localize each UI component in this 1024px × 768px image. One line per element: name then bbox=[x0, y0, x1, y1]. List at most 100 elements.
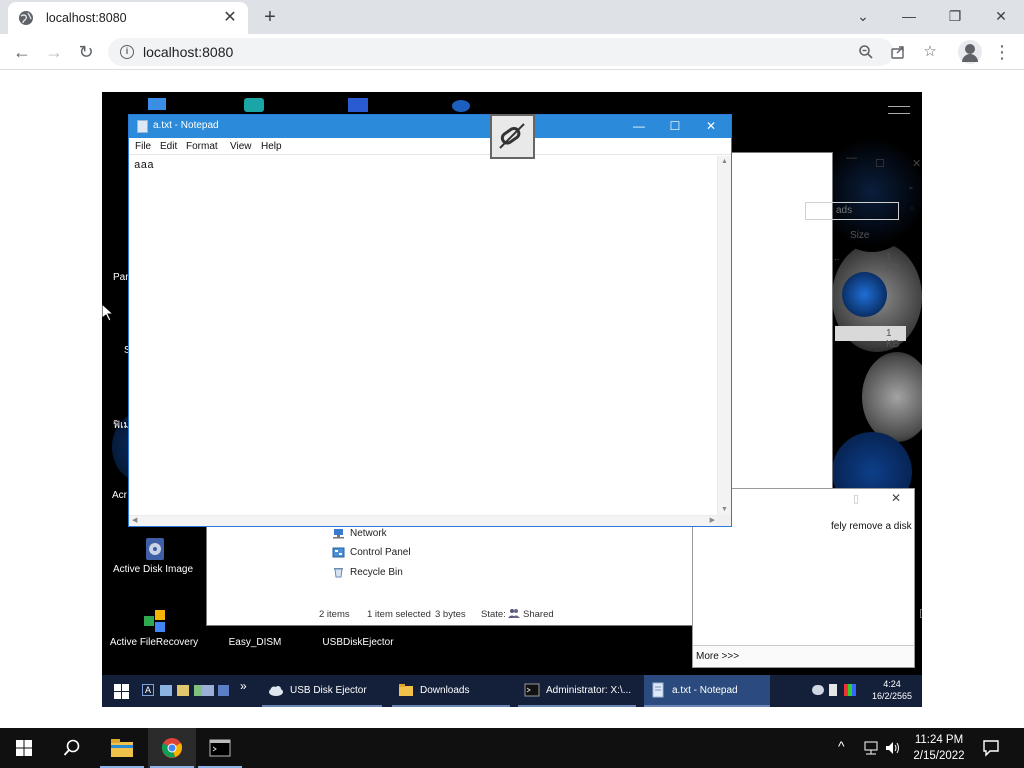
desktop-icon[interactable] bbox=[148, 98, 166, 110]
tray-usb-icon[interactable] bbox=[829, 684, 837, 696]
menu-file[interactable]: File bbox=[135, 141, 151, 152]
taskbar-item-usb-disk-ejector[interactable]: USB Disk Ejector bbox=[262, 675, 382, 707]
terminal-icon bbox=[524, 683, 540, 697]
desktop-icon[interactable] bbox=[452, 100, 470, 112]
explorer-close-icon[interactable]: ✕ bbox=[912, 157, 921, 170]
dialog-close-icon[interactable]: ✕ bbox=[891, 491, 901, 505]
quick-launch-icon[interactable] bbox=[160, 685, 172, 696]
dialog-maximize-icon[interactable]: ▯ bbox=[853, 492, 859, 505]
notepad-menu-bar: File Edit Format View Help bbox=[129, 138, 731, 155]
taskbar-terminal[interactable] bbox=[196, 728, 244, 768]
tray-color-icon[interactable] bbox=[844, 684, 856, 696]
taskbar-chrome[interactable] bbox=[148, 728, 196, 768]
profile-avatar-icon[interactable] bbox=[958, 40, 982, 64]
network-icon[interactable] bbox=[862, 740, 880, 756]
browser-tab[interactable]: localhost:8080 ✕ bbox=[8, 2, 248, 34]
desktop-icon-label: Active FileRecovery bbox=[109, 637, 199, 648]
control-panel-icon bbox=[332, 547, 345, 558]
cloud-icon bbox=[269, 686, 283, 696]
scroll-left-icon[interactable]: ◀ bbox=[132, 516, 137, 524]
start-button[interactable] bbox=[0, 728, 48, 768]
explorer-search-input[interactable]: ads bbox=[805, 202, 899, 220]
zoom-icon[interactable] bbox=[854, 40, 878, 64]
nav-item-control-panel[interactable]: Control Panel bbox=[332, 547, 411, 558]
explorer-minimize-icon[interactable]: — bbox=[846, 152, 857, 164]
tab-close-icon[interactable]: ✕ bbox=[222, 10, 238, 26]
taskbar-item-downloads[interactable]: Downloads bbox=[392, 675, 510, 707]
scroll-up-icon[interactable]: ▲ bbox=[721, 158, 728, 165]
tray-cloud-icon[interactable] bbox=[812, 685, 824, 695]
notepad-close-icon[interactable]: ✕ bbox=[697, 117, 725, 135]
desktop-icon[interactable] bbox=[244, 98, 264, 112]
host-time: 11:24 PM bbox=[914, 734, 964, 746]
scroll-right-icon[interactable]: ▶ bbox=[710, 516, 715, 524]
site-info-icon[interactable]: i bbox=[120, 45, 134, 59]
menu-help[interactable]: Help bbox=[261, 141, 282, 152]
desktop-icon[interactable] bbox=[348, 98, 368, 112]
notepad-horizontal-scrollbar[interactable]: ◀ ▶ bbox=[129, 515, 718, 526]
quick-launch-icon[interactable]: A bbox=[142, 684, 154, 696]
dialog-message: fely remove a disk bbox=[831, 521, 912, 532]
remote-start-icon[interactable] bbox=[114, 684, 129, 699]
remote-desktop-canvas[interactable]: Part S ฟิเม Acr — ☐ ✕ ⌄ ? ads ⌕ Size .. … bbox=[102, 92, 922, 707]
folder-icon bbox=[399, 684, 413, 696]
quick-launch-icon[interactable] bbox=[202, 685, 214, 696]
column-header-size[interactable]: Size bbox=[850, 230, 869, 241]
notepad-minimize-icon[interactable]: — bbox=[625, 117, 653, 135]
resize-grip[interactable] bbox=[717, 515, 731, 526]
host-clock[interactable]: 11:24 PM 2/15/2022 bbox=[906, 732, 972, 764]
reload-icon[interactable]: ↻ bbox=[74, 40, 98, 64]
chrome-icon bbox=[161, 738, 183, 758]
new-tab-button[interactable]: + bbox=[260, 7, 280, 27]
quick-launch-icon[interactable] bbox=[177, 685, 189, 696]
bookmark-star-icon[interactable]: ☆ bbox=[918, 40, 942, 64]
notepad-title-bar[interactable]: a.txt - Notepad — ☐ ✕ bbox=[129, 115, 731, 138]
share-icon[interactable] bbox=[886, 40, 910, 64]
menu-format[interactable]: Format bbox=[186, 141, 218, 152]
volume-icon[interactable] bbox=[884, 740, 902, 756]
status-bytes: 3 bytes bbox=[435, 609, 466, 620]
notepad-text-area[interactable]: aaa bbox=[129, 156, 718, 515]
forward-arrow-icon[interactable]: → bbox=[42, 40, 66, 64]
restore-button[interactable]: ❐ bbox=[932, 4, 978, 28]
wallpaper-logo-icon bbox=[888, 106, 910, 114]
host-date: 2/15/2022 bbox=[913, 750, 965, 762]
nav-item-label: Recycle Bin bbox=[350, 567, 403, 578]
large-icons-view-icon[interactable] bbox=[920, 609, 922, 618]
search-button[interactable] bbox=[48, 728, 96, 768]
nav-item-network[interactable]: Network bbox=[332, 528, 387, 539]
taskbar-item-label: USB Disk Ejector bbox=[290, 684, 367, 696]
nav-item-recycle-bin[interactable]: Recycle Bin bbox=[332, 567, 403, 578]
more-menu-icon[interactable]: ⋮ bbox=[992, 40, 1012, 64]
taskbar-item-admin-cmd[interactable]: Administrator: X:\... bbox=[518, 675, 636, 707]
status-item-count: 2 items bbox=[319, 609, 350, 620]
address-bar[interactable]: i localhost:8080 ☆ bbox=[108, 38, 937, 66]
active-file-recovery-icon[interactable] bbox=[142, 608, 168, 634]
active-disk-image-icon[interactable] bbox=[142, 536, 168, 562]
back-arrow-icon[interactable]: ← bbox=[10, 40, 34, 64]
notification-center-icon[interactable] bbox=[982, 739, 1000, 757]
browser-tab-strip: localhost:8080 ✕ + ⌄ — ❐ ✕ bbox=[0, 0, 1024, 34]
notepad-maximize-icon[interactable]: ☐ bbox=[661, 117, 689, 135]
desktop-icon-label: Acr bbox=[112, 490, 127, 501]
notepad-vertical-scrollbar[interactable]: ▲ ▼ bbox=[717, 156, 731, 515]
menu-edit[interactable]: Edit bbox=[160, 141, 177, 152]
notepad-window[interactable]: a.txt - Notepad — ☐ ✕ File Edit Format V… bbox=[128, 114, 732, 527]
minimize-button[interactable]: — bbox=[886, 4, 932, 28]
close-window-button[interactable]: ✕ bbox=[978, 4, 1024, 28]
quick-launch-icon[interactable] bbox=[218, 685, 229, 696]
tab-title: localhost:8080 bbox=[46, 11, 127, 25]
explorer-maximize-icon[interactable]: ☐ bbox=[875, 157, 885, 170]
more-button[interactable]: More >>> bbox=[696, 651, 739, 662]
menu-view[interactable]: View bbox=[230, 141, 252, 152]
overflow-chevron-icon[interactable]: » bbox=[240, 679, 247, 693]
remote-control-toggle-icon[interactable] bbox=[490, 114, 535, 159]
desktop-icon-label: Easy_DISM bbox=[228, 637, 282, 648]
tray-show-hidden-icon[interactable]: ^ bbox=[838, 738, 845, 754]
taskbar-file-explorer[interactable] bbox=[98, 728, 146, 768]
tab-search-button[interactable]: ⌄ bbox=[840, 4, 886, 28]
remote-clock[interactable]: 4:24 16/2/2565 bbox=[870, 678, 914, 702]
explorer-expand-icon[interactable]: ⌄ bbox=[907, 181, 915, 192]
taskbar-item-notepad[interactable]: a.txt - Notepad bbox=[644, 675, 770, 707]
scroll-down-icon[interactable]: ▼ bbox=[721, 506, 728, 513]
